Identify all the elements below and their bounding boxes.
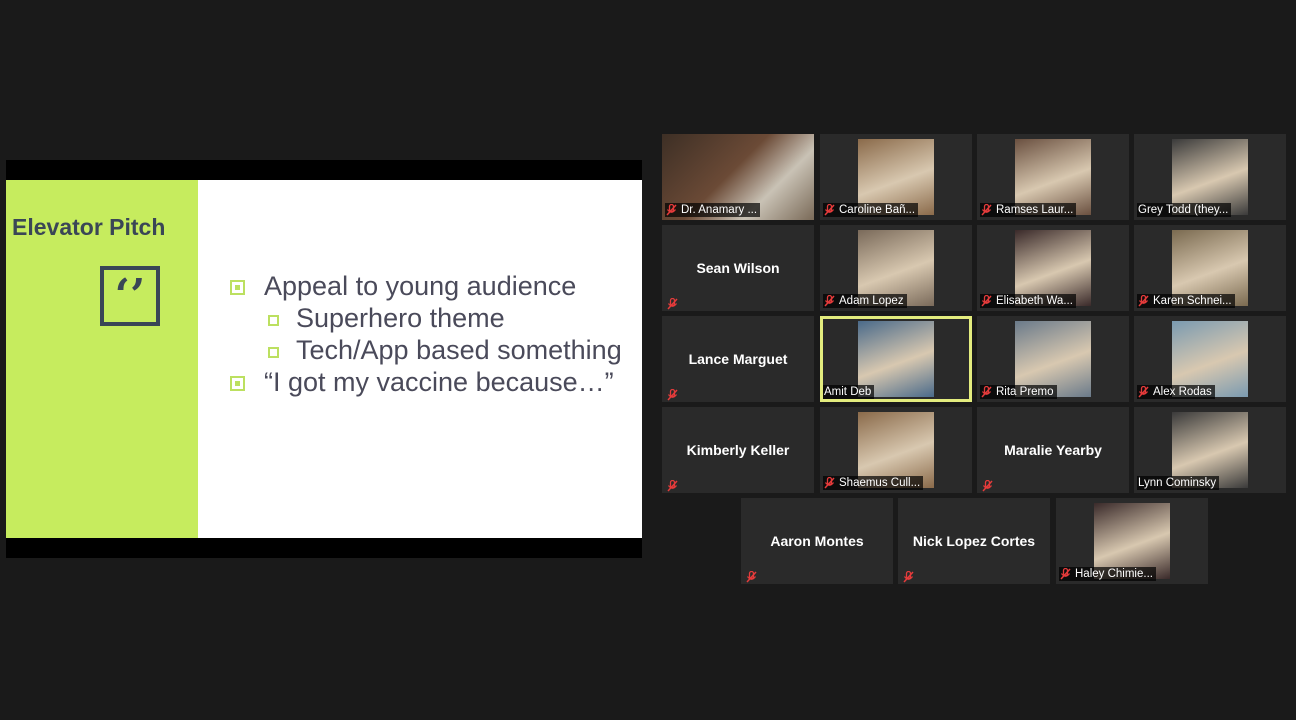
quote-icon: ‘’: [100, 266, 160, 326]
participant-display-name: Sean Wilson: [696, 260, 780, 276]
quote-glyph: ‘’: [114, 270, 146, 321]
mic-muted-icon: [1138, 294, 1149, 307]
participant-tile[interactable]: Amit Deb: [820, 316, 972, 402]
mic-muted-icon: [903, 568, 914, 583]
participant-name-label: Haley Chimie...: [1059, 567, 1156, 581]
participant-name: Ramses Laur...: [996, 204, 1074, 216]
participant-display-name: Nick Lopez Cortes: [912, 533, 1036, 549]
bullet-text: Tech/App based something: [296, 335, 622, 365]
participant-name: Lynn Cominsky: [1138, 477, 1217, 489]
mic-muted-icon: [981, 294, 992, 307]
bullet-text: “I got my vaccine because…”: [264, 367, 614, 397]
participant-tile[interactable]: Grey Todd (they...: [1134, 134, 1286, 220]
mic-muted-icon: [1060, 567, 1071, 580]
participant-tile[interactable]: Maralie Yearby: [977, 407, 1129, 493]
mic-muted-icon: [667, 477, 678, 492]
participant-tile[interactable]: Ramses Laur...: [977, 134, 1129, 220]
mic-muted-icon: [824, 294, 835, 307]
participant-tile[interactable]: Haley Chimie...: [1056, 498, 1208, 584]
participant-name-label: Alex Rodas: [1137, 385, 1215, 399]
bullet-item: Appeal to young audience: [226, 270, 636, 302]
participant-tile[interactable]: Rita Premo: [977, 316, 1129, 402]
participant-display-name: Lance Marguet: [688, 351, 788, 367]
participant-display-name: Aaron Montes: [770, 533, 864, 549]
participant-name: Adam Lopez: [839, 295, 904, 307]
participant-display-name: Maralie Yearby: [1004, 442, 1102, 458]
participant-name-label: Ramses Laur...: [980, 203, 1077, 217]
mic-muted-icon: [824, 203, 835, 216]
bullet-item: “I got my vaccine because…”: [226, 366, 636, 398]
participant-tile[interactable]: Karen Schnei...: [1134, 225, 1286, 311]
participant-name: Rita Premo: [996, 386, 1054, 398]
participant-display-name: Kimberly Keller: [686, 442, 790, 458]
participant-tile[interactable]: Kimberly Keller: [662, 407, 814, 493]
sub-bullet-item: Tech/App based something: [226, 334, 636, 366]
participant-name: Grey Todd (they...: [1138, 204, 1229, 216]
participant-tile[interactable]: Dr. Anamary ...: [662, 134, 814, 220]
participant-name: Caroline Bañ...: [839, 204, 916, 216]
participant-name: Alex Rodas: [1153, 386, 1212, 398]
participant-tile[interactable]: Alex Rodas: [1134, 316, 1286, 402]
participant-name: Karen Schnei...: [1153, 295, 1232, 307]
participant-tile[interactable]: Lynn Cominsky: [1134, 407, 1286, 493]
participant-tile[interactable]: Caroline Bañ...: [820, 134, 972, 220]
participant-name-label: Caroline Bañ...: [823, 203, 919, 217]
mic-muted-icon: [1138, 385, 1149, 398]
participant-tile[interactable]: Elisabeth Wa...: [977, 225, 1129, 311]
mic-muted-icon: [981, 385, 992, 398]
participant-name: Haley Chimie...: [1075, 568, 1153, 580]
sub-bullet-square-icon: [268, 315, 279, 326]
participant-name-label: Rita Premo: [980, 385, 1057, 399]
sub-bullet-item: Superhero theme: [226, 302, 636, 334]
participant-name: Dr. Anamary ...: [681, 204, 758, 216]
mic-muted-icon: [666, 203, 677, 216]
participant-name-label: Lynn Cominsky: [1137, 476, 1220, 490]
mic-muted-icon: [824, 476, 835, 489]
participant-name-label: Shaemus Cull...: [823, 476, 924, 490]
mic-muted-icon: [667, 295, 678, 310]
slide-sidebar: Elevator Pitch ‘’: [6, 180, 198, 538]
participant-tile[interactable]: Shaemus Cull...: [820, 407, 972, 493]
participant-name: Shaemus Cull...: [839, 477, 921, 489]
shared-screen: Elevator Pitch ‘’ Appeal to young audien…: [6, 160, 642, 558]
mic-muted-icon: [746, 568, 757, 583]
mic-muted-icon: [667, 386, 678, 401]
participant-tile[interactable]: Sean Wilson: [662, 225, 814, 311]
bullet-text: Superhero theme: [296, 303, 505, 333]
bullet-square-icon: [230, 280, 245, 295]
participant-name-label: Grey Todd (they...: [1137, 203, 1232, 217]
slide-bullets: Appeal to young audience Superhero theme…: [226, 270, 636, 398]
slide-title: Elevator Pitch: [12, 214, 166, 240]
sub-bullet-square-icon: [268, 347, 279, 358]
participant-name: Elisabeth Wa...: [996, 295, 1073, 307]
mic-muted-icon: [981, 203, 992, 216]
bullet-square-icon: [230, 376, 245, 391]
bullet-text: Appeal to young audience: [264, 271, 577, 301]
participant-tile[interactable]: Aaron Montes: [741, 498, 893, 584]
participant-name-label: Amit Deb: [823, 385, 875, 399]
participant-name: Amit Deb: [824, 386, 872, 398]
presentation-slide: Elevator Pitch ‘’ Appeal to young audien…: [6, 180, 642, 538]
participant-tile[interactable]: Nick Lopez Cortes: [898, 498, 1050, 584]
participant-tile[interactable]: Adam Lopez: [820, 225, 972, 311]
participant-name-label: Karen Schnei...: [1137, 294, 1235, 308]
participant-name-label: Adam Lopez: [823, 294, 907, 308]
mic-muted-icon: [982, 477, 993, 492]
participant-name-label: Dr. Anamary ...: [665, 203, 761, 217]
participant-tile[interactable]: Lance Marguet: [662, 316, 814, 402]
participant-name-label: Elisabeth Wa...: [980, 294, 1076, 308]
